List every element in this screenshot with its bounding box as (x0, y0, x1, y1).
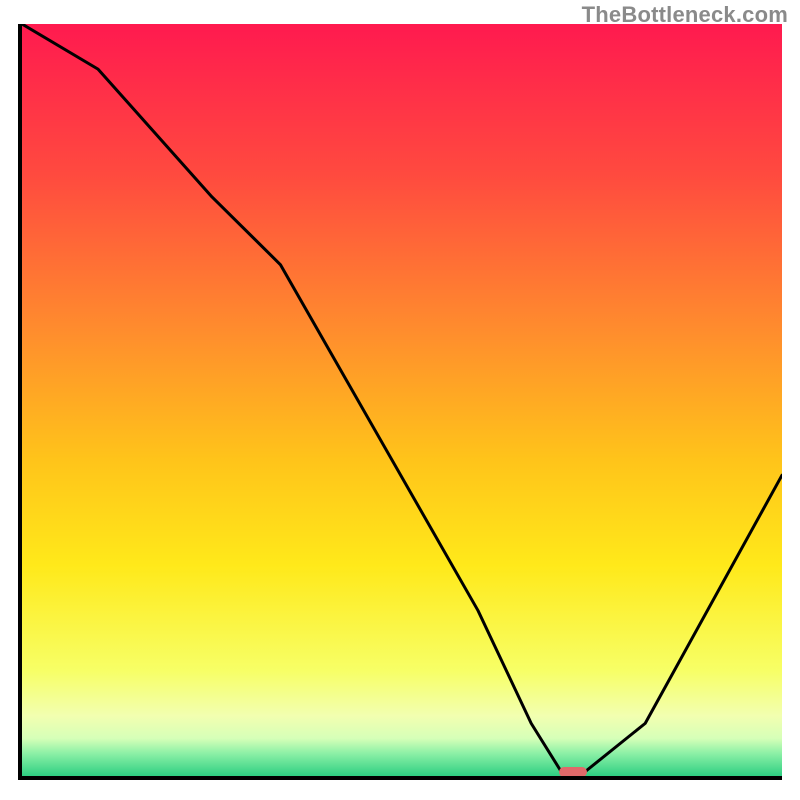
gradient-background (22, 24, 782, 776)
optimal-marker (559, 767, 587, 777)
plot-area (18, 24, 782, 780)
chart-container: TheBottleneck.com (0, 0, 800, 800)
